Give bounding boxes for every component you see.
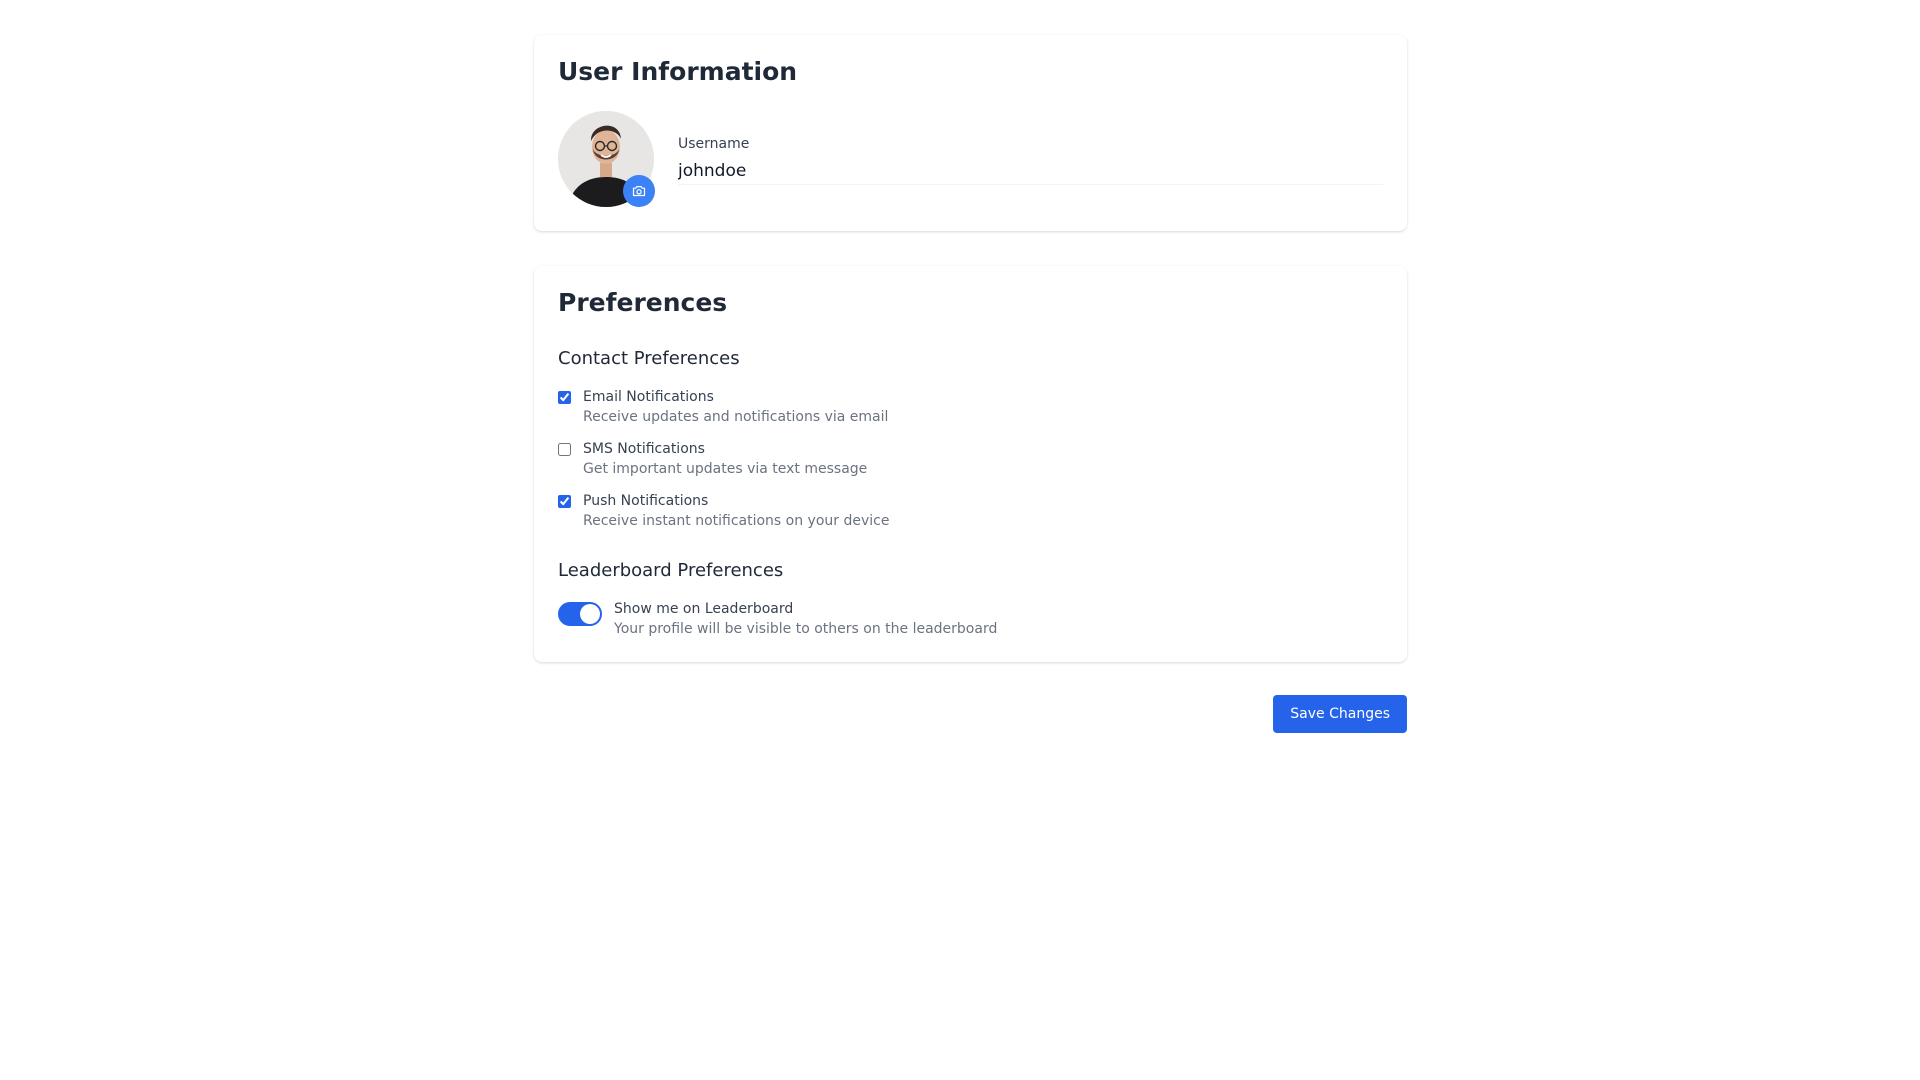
push-notifications-option: Push Notifications Receive instant notif… <box>558 492 1383 530</box>
form-actions: Save Changes <box>534 695 1407 733</box>
leaderboard-toggle-description: Your profile will be visible to others o… <box>614 621 998 637</box>
username-field: Username <box>678 135 1383 185</box>
toggle-knob <box>580 604 600 624</box>
email-notifications-checkbox[interactable] <box>558 391 571 404</box>
leaderboard-option: Show me on Leaderboard Your profile will… <box>558 600 1383 638</box>
push-notifications-description: Receive instant notifications on your de… <box>583 513 890 529</box>
leaderboard-preferences-title: Leaderboard Preferences <box>558 560 784 581</box>
email-notifications-option: Email Notifications Receive updates and … <box>558 388 1383 426</box>
contact-preferences-title: Contact Preferences <box>558 348 740 369</box>
leaderboard-toggle-label: Show me on Leaderboard <box>614 601 794 617</box>
push-notifications-label[interactable]: Push Notifications <box>583 492 889 510</box>
username-label: Username <box>678 136 750 152</box>
change-avatar-button[interactable] <box>623 175 655 207</box>
contact-options: Email Notifications Receive updates and … <box>558 388 1383 530</box>
push-notifications-checkbox[interactable] <box>558 495 571 508</box>
preferences-title: Preferences <box>558 288 728 317</box>
preferences-card: Preferences Contact Preferences Email No… <box>534 266 1407 662</box>
sms-notifications-option: SMS Notifications Get important updates … <box>558 440 1383 478</box>
avatar-container <box>558 111 655 207</box>
email-notifications-label[interactable]: Email Notifications <box>583 388 888 406</box>
user-information-card: User Information Username johndoe <box>534 35 1407 231</box>
save-changes-button[interactable]: Save Changes <box>1273 695 1407 733</box>
settings-page: User Information Username johndoe Prefer… <box>534 35 1407 733</box>
email-notifications-description: Receive updates and notifications via em… <box>583 409 889 425</box>
sms-notifications-description: Get important updates via text message <box>583 461 868 477</box>
user-information-title: User Information <box>558 57 798 86</box>
camera-icon <box>632 186 646 197</box>
sms-notifications-checkbox[interactable] <box>558 443 571 456</box>
user-row: Username <box>558 111 1383 207</box>
leaderboard-toggle[interactable] <box>558 602 602 626</box>
sms-notifications-label[interactable]: SMS Notifications <box>583 440 867 458</box>
username-input[interactable] <box>678 157 1383 185</box>
